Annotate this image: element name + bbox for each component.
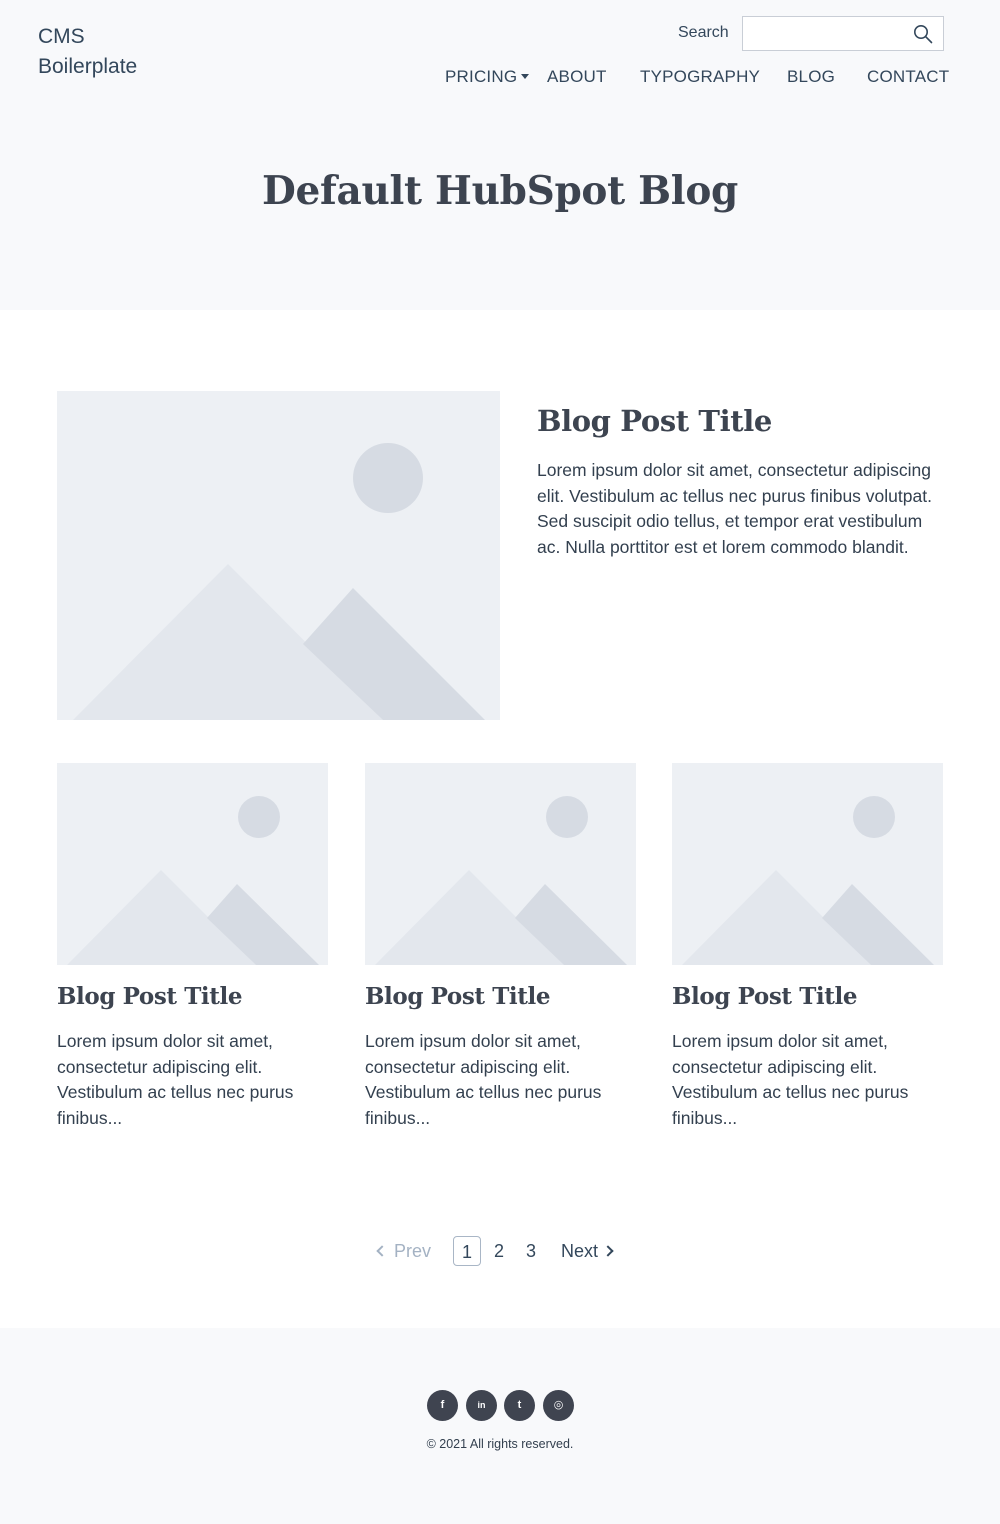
nav-item-about[interactable]: ABOUT [547,67,607,87]
chevron-left-icon [376,1245,388,1257]
site-footer: f in t ◎ © 2021 All rights reserved. [0,1328,1000,1524]
pagination-page-1[interactable]: 1 [453,1236,481,1266]
nav-item-typography[interactable]: TYPOGRAPHY [640,67,760,87]
search-icon[interactable] [913,24,933,44]
post-card-excerpt: Lorem ipsum dolor sit amet, consectetur … [672,1031,909,1128]
post-card-image[interactable] [672,763,943,965]
pagination-next[interactable]: Next [561,1236,614,1266]
image-placeholder-icon [67,796,319,965]
pagination: Prev 1 2 3 Next [0,1236,1000,1268]
featured-post-excerpt: Lorem ipsum dolor sit amet, consectetur … [537,460,932,557]
twitter-icon[interactable]: t [504,1390,535,1421]
pagination-prev[interactable]: Prev [376,1236,432,1266]
post-card-title[interactable]: Blog Post Title [365,983,645,1010]
nav-item-contact[interactable]: CONTACT [867,67,949,87]
search-field[interactable] [742,16,944,51]
main-nav: PRICING ABOUT TYPOGRAPHY BLOG CONTACT [0,67,1000,89]
post-card-image[interactable] [57,763,328,965]
image-placeholder-icon [73,443,485,720]
facebook-icon[interactable]: f [427,1390,458,1421]
image-placeholder-icon [375,796,627,965]
post-card-title[interactable]: Blog Post Title [672,983,952,1010]
featured-post-image[interactable] [57,391,500,720]
post-card-excerpt: Lorem ipsum dolor sit amet, consectetur … [365,1031,602,1128]
site-header: CMS Boilerplate Search PRICING ABOUT TYP… [0,0,1000,310]
post-card-excerpt: Lorem ipsum dolor sit amet, consectetur … [57,1031,294,1128]
pagination-next-label: Next [561,1241,599,1261]
search-label: Search [678,24,729,41]
featured-post-title[interactable]: Blog Post Title [537,404,947,438]
pagination-page-3[interactable]: 3 [526,1236,536,1266]
post-card-title[interactable]: Blog Post Title [57,983,337,1010]
nav-item-label: PRICING [445,67,518,86]
page-title: Default HubSpot Blog [261,168,739,214]
image-placeholder-icon [682,796,934,965]
nav-item-blog[interactable]: BLOG [787,67,835,87]
chevron-right-icon [602,1245,614,1257]
pagination-prev-label: Prev [394,1241,432,1261]
search-input[interactable] [743,17,908,50]
social-links: f in t ◎ [427,1390,577,1421]
caret-down-icon[interactable] [521,74,530,79]
post-card-image[interactable] [365,763,636,965]
pagination-page-2[interactable]: 2 [494,1236,504,1266]
linkedin-icon[interactable]: in [466,1390,497,1421]
instagram-icon[interactable]: ◎ [543,1390,574,1421]
nav-item-pricing[interactable]: PRICING [445,67,530,87]
copyright-text: © 2021 All rights reserved. [426,1437,574,1451]
